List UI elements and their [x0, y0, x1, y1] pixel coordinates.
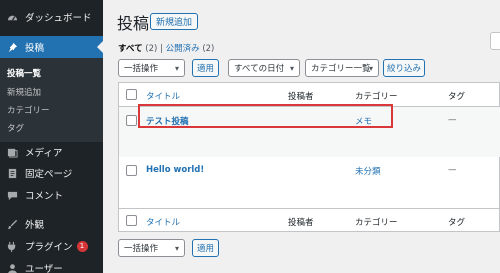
media-icon — [6, 146, 18, 158]
filter-all[interactable]: すべて — [118, 44, 143, 54]
column-category-header: カテゴリー — [355, 92, 398, 102]
sidebar-item-pages[interactable]: 固定ページ — [0, 162, 103, 184]
table-footer: タイトル 投稿者 カテゴリー タグ — [119, 208, 500, 232]
admin-sidebar: ダッシュボード 投稿 投稿一覧 新規追加 カテゴリー タグ メディア 固定ページ… — [0, 0, 103, 273]
bulk-action-value: 一括操作 — [124, 64, 159, 74]
page-icon — [6, 167, 18, 179]
filter-all-count: (2) — [145, 44, 158, 54]
apply-button-top[interactable]: 適用 — [192, 59, 219, 77]
sidebar-item-label: 固定ページ — [25, 169, 73, 180]
add-new-button[interactable]: 新規追加 — [150, 13, 199, 30]
column-title-header[interactable]: タイトル — [146, 90, 180, 102]
plugin-icon — [6, 240, 18, 252]
category-filter-value: カテゴリー一覧 — [311, 64, 371, 74]
sidebar-item-label: コメント — [25, 191, 64, 202]
user-icon — [6, 262, 18, 273]
submenu-categories[interactable]: カテゴリー — [7, 104, 50, 116]
column-tags-footer: タグ — [448, 218, 466, 228]
sidebar-item-media[interactable]: メディア — [0, 141, 103, 163]
sidebar-item-users[interactable]: ユーザー — [0, 257, 103, 273]
post-category-link[interactable]: 未分類 — [355, 165, 381, 177]
chevron-down-icon: ▾ — [289, 64, 294, 73]
chevron-down-icon: ▾ — [174, 64, 179, 73]
column-author-header: 投稿者 — [288, 92, 314, 102]
table-row: Hello world! 未分類 — — [119, 157, 500, 208]
plugin-update-badge: 1 — [76, 240, 88, 252]
sidebar-item-plugins[interactable]: プラグイン 1 — [0, 235, 103, 257]
post-tags: — — [448, 165, 457, 175]
comment-icon — [6, 189, 18, 201]
submenu-tags[interactable]: タグ — [7, 122, 24, 134]
chevron-down-icon: ▾ — [368, 64, 373, 73]
row-checkbox[interactable] — [126, 165, 137, 176]
submenu-add-new[interactable]: 新規追加 — [7, 86, 41, 98]
filter-published-count: (2) — [202, 44, 215, 54]
select-all-checkbox-footer[interactable] — [126, 215, 137, 226]
sidebar-item-comments[interactable]: コメント — [0, 184, 103, 206]
pushpin-icon — [6, 41, 18, 53]
filter-published[interactable]: 公開済み — [166, 44, 200, 54]
sidebar-item-label: プラグイン — [25, 242, 73, 253]
column-author-footer: 投稿者 — [288, 218, 314, 228]
bulk-action-select-top[interactable]: 一括操作 ▾ — [118, 59, 185, 77]
brush-icon — [6, 218, 18, 230]
column-title-footer[interactable]: タイトル — [146, 216, 180, 228]
posts-submenu: 投稿一覧 新規追加 カテゴリー タグ — [0, 58, 103, 142]
submenu-all-posts[interactable]: 投稿一覧 — [7, 67, 41, 79]
sidebar-item-appearance[interactable]: 外観 — [0, 213, 103, 235]
sidebar-item-dashboard[interactable]: ダッシュボード — [0, 6, 103, 28]
post-title-link[interactable]: Hello world! — [146, 165, 204, 175]
sidebar-item-label: メディア — [25, 148, 63, 159]
date-filter-value: すべての日付 — [234, 64, 285, 74]
column-tags-header: タグ — [448, 92, 466, 102]
annotation-highlight-box — [138, 104, 393, 128]
filter-separator: | — [160, 44, 163, 54]
chevron-down-icon: ▾ — [174, 244, 179, 253]
sidebar-item-label: ユーザー — [25, 264, 63, 273]
screen-options-button[interactable] — [490, 32, 500, 50]
sidebar-item-posts[interactable]: 投稿 — [0, 36, 103, 58]
row-checkbox[interactable] — [126, 115, 137, 126]
post-tags: — — [448, 115, 457, 125]
category-filter-select[interactable]: カテゴリー一覧 ▾ — [305, 59, 379, 77]
filter-button[interactable]: 絞り込み — [383, 59, 425, 77]
select-all-checkbox[interactable] — [126, 89, 137, 100]
status-filters: すべて (2) | 公開済み (2) — [118, 42, 214, 54]
date-filter-select[interactable]: すべての日付 ▾ — [228, 59, 300, 77]
dashboard-icon — [6, 11, 18, 23]
apply-button-bottom[interactable]: 適用 — [192, 239, 219, 257]
sidebar-item-label: 投稿 — [25, 43, 45, 54]
main-content: 投稿 新規追加 すべて (2) | 公開済み (2) 一括操作 ▾ 適用 すべて… — [103, 0, 500, 273]
page-title: 投稿 — [117, 14, 150, 33]
column-category-footer: カテゴリー — [355, 218, 398, 228]
sidebar-item-label: ダッシュボード — [25, 13, 92, 24]
bulk-action-value: 一括操作 — [124, 244, 159, 254]
sidebar-item-label: 外観 — [25, 220, 45, 231]
bulk-action-select-bottom[interactable]: 一括操作 ▾ — [118, 239, 185, 257]
